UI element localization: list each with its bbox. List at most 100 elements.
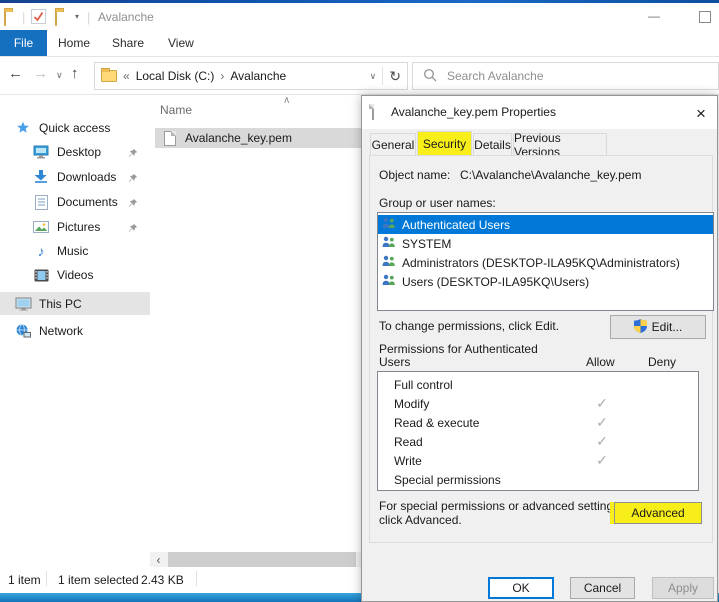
qat-dropdown-icon[interactable]: ▾ bbox=[75, 12, 79, 21]
title-bar: | ▾ | Avalanche — bbox=[0, 3, 719, 30]
sidebar-item-music[interactable]: ♪ Music bbox=[0, 240, 150, 262]
sidebar-item-label: Quick access bbox=[39, 121, 110, 135]
user-name: Users (DESKTOP-ILA95KQ\Users) bbox=[402, 275, 589, 289]
sidebar-item-label: Desktop bbox=[57, 145, 101, 159]
sidebar-item-network[interactable]: Network bbox=[0, 320, 150, 342]
user-row-administrators[interactable]: Administrators (DESKTOP-ILA95KQ\Administ… bbox=[378, 253, 713, 272]
group-user-listbox[interactable]: Authenticated Users SYSTEM Administrator… bbox=[377, 212, 714, 311]
explorer-window: | ▾ | Avalanche — File Home Share View ←… bbox=[0, 0, 719, 602]
deny-column-header: Deny bbox=[648, 355, 676, 369]
file-row-selected[interactable]: Avalanche_key.pem bbox=[155, 128, 362, 148]
properties-dialog: Avalanche_key.pem Properties × General S… bbox=[361, 95, 718, 602]
address-dropdown-icon[interactable]: ∨ bbox=[370, 71, 377, 82]
permission-row-read-execute[interactable]: Read & execute ✓ bbox=[378, 413, 698, 432]
sidebar-item-downloads[interactable]: Downloads bbox=[0, 166, 150, 188]
pin-icon bbox=[128, 172, 138, 186]
permission-row-write[interactable]: Write ✓ bbox=[378, 451, 698, 470]
search-box[interactable]: Search Avalanche bbox=[412, 62, 719, 90]
forward-icon[interactable]: → bbox=[33, 65, 48, 82]
dialog-tab-details[interactable]: Details bbox=[473, 133, 512, 156]
pin-icon bbox=[128, 222, 138, 236]
group-names-label: Group or user names: bbox=[379, 196, 496, 210]
status-selection-size: 2.43 KB bbox=[141, 573, 184, 587]
quick-access-star-icon bbox=[14, 121, 32, 135]
search-placeholder: Search Avalanche bbox=[447, 69, 544, 83]
back-icon[interactable]: ← bbox=[8, 65, 23, 82]
breadcrumb-current[interactable]: Avalanche bbox=[230, 69, 286, 83]
tab-label: Details bbox=[474, 138, 511, 152]
videos-icon bbox=[32, 269, 50, 282]
breadcrumb-separator-icon[interactable]: › bbox=[220, 69, 224, 83]
up-icon[interactable]: ↑ bbox=[71, 65, 79, 82]
cancel-button-label: Cancel bbox=[584, 581, 621, 595]
user-group-icon bbox=[381, 274, 396, 289]
object-name-value: C:\Avalanche\Avalanche_key.pem bbox=[460, 168, 710, 182]
dialog-tab-security[interactable]: Security bbox=[417, 131, 472, 156]
permission-row-read[interactable]: Read ✓ bbox=[378, 432, 698, 451]
dialog-tab-general[interactable]: General bbox=[370, 133, 416, 156]
tab-label: Security bbox=[423, 137, 466, 151]
ribbon-divider bbox=[0, 56, 719, 57]
user-row-authenticated-users[interactable]: Authenticated Users bbox=[378, 215, 713, 234]
scroll-left-icon[interactable]: ‹ bbox=[150, 552, 167, 567]
apply-button[interactable]: Apply bbox=[652, 577, 714, 599]
breadcrumb-root[interactable]: Local Disk (C:) bbox=[136, 69, 215, 83]
edit-hint: To change permissions, click Edit. bbox=[379, 319, 559, 333]
sidebar-item-label: Documents bbox=[57, 195, 118, 209]
breadcrumb-collapsed[interactable]: « bbox=[123, 69, 130, 83]
maximize-button[interactable] bbox=[699, 11, 711, 23]
pem-file-icon bbox=[164, 131, 176, 146]
dialog-close-icon[interactable]: × bbox=[691, 104, 711, 124]
cancel-button[interactable]: Cancel bbox=[570, 577, 635, 599]
sidebar-item-videos[interactable]: Videos bbox=[0, 264, 150, 286]
permission-name: Modify bbox=[378, 397, 429, 411]
sidebar-item-pictures[interactable]: Pictures bbox=[0, 216, 150, 238]
properties-qat-icon[interactable] bbox=[31, 9, 46, 27]
edit-button[interactable]: Edit... bbox=[610, 315, 706, 339]
sidebar-item-desktop[interactable]: Desktop bbox=[0, 141, 150, 163]
tab-file[interactable]: File bbox=[0, 30, 47, 56]
network-icon bbox=[14, 324, 32, 338]
sidebar-item-label: Downloads bbox=[57, 170, 116, 184]
user-group-icon bbox=[381, 255, 396, 270]
dialog-tab-previous-versions[interactable]: Previous Versions bbox=[513, 133, 607, 156]
permission-name: Read & execute bbox=[378, 416, 479, 430]
new-folder-qat-icon[interactable] bbox=[55, 10, 57, 26]
permissions-listbox[interactable]: Full control Modify ✓ Read & execute ✓ R… bbox=[377, 371, 699, 491]
advanced-hint-line1: For special permissions or advanced sett… bbox=[379, 499, 622, 513]
user-row-users[interactable]: Users (DESKTOP-ILA95KQ\Users) bbox=[378, 272, 713, 291]
minimize-button[interactable]: — bbox=[648, 9, 660, 23]
dialog-title: Avalanche_key.pem Properties bbox=[391, 105, 556, 119]
refresh-icon[interactable]: ↻ bbox=[389, 68, 401, 85]
sort-ascending-icon[interactable]: ∧ bbox=[283, 95, 290, 106]
status-divider bbox=[46, 571, 47, 586]
sidebar-item-quick-access[interactable]: Quick access bbox=[0, 117, 150, 139]
allow-check: ✓ bbox=[582, 414, 622, 431]
advanced-button-label: Advanced bbox=[631, 506, 684, 520]
app-folder-icon bbox=[4, 10, 6, 26]
user-row-system[interactable]: SYSTEM bbox=[378, 234, 713, 253]
dialog-title-bar: Avalanche_key.pem Properties bbox=[362, 96, 717, 129]
permission-row-modify[interactable]: Modify ✓ bbox=[378, 394, 698, 413]
this-pc-icon bbox=[14, 297, 32, 311]
ok-button[interactable]: OK bbox=[488, 577, 554, 599]
music-note-icon: ♪ bbox=[32, 243, 50, 259]
tab-home[interactable]: Home bbox=[58, 36, 90, 50]
horizontal-scrollbar[interactable]: ‹ bbox=[150, 552, 362, 567]
window-title: Avalanche bbox=[98, 10, 154, 24]
address-bar[interactable]: « Local Disk (C:) › Avalanche ∨ ↻ bbox=[94, 62, 408, 90]
permission-row-full-control[interactable]: Full control bbox=[378, 375, 698, 394]
sidebar-item-documents[interactable]: Documents bbox=[0, 191, 150, 213]
tab-view[interactable]: View bbox=[168, 36, 194, 50]
permission-name: Full control bbox=[378, 378, 453, 392]
tab-share[interactable]: Share bbox=[112, 36, 144, 50]
user-name: Administrators (DESKTOP-ILA95KQ\Administ… bbox=[402, 256, 680, 270]
advanced-button[interactable]: Advanced bbox=[614, 502, 702, 524]
user-name: SYSTEM bbox=[402, 237, 451, 251]
scrollbar-thumb[interactable] bbox=[168, 552, 356, 567]
allow-check: ✓ bbox=[582, 395, 622, 412]
sidebar-item-this-pc[interactable]: This PC bbox=[0, 292, 150, 315]
history-dropdown-icon[interactable]: ∨ bbox=[56, 70, 63, 81]
permission-row-special[interactable]: Special permissions bbox=[378, 470, 698, 489]
column-header-name[interactable]: Name bbox=[160, 103, 192, 117]
